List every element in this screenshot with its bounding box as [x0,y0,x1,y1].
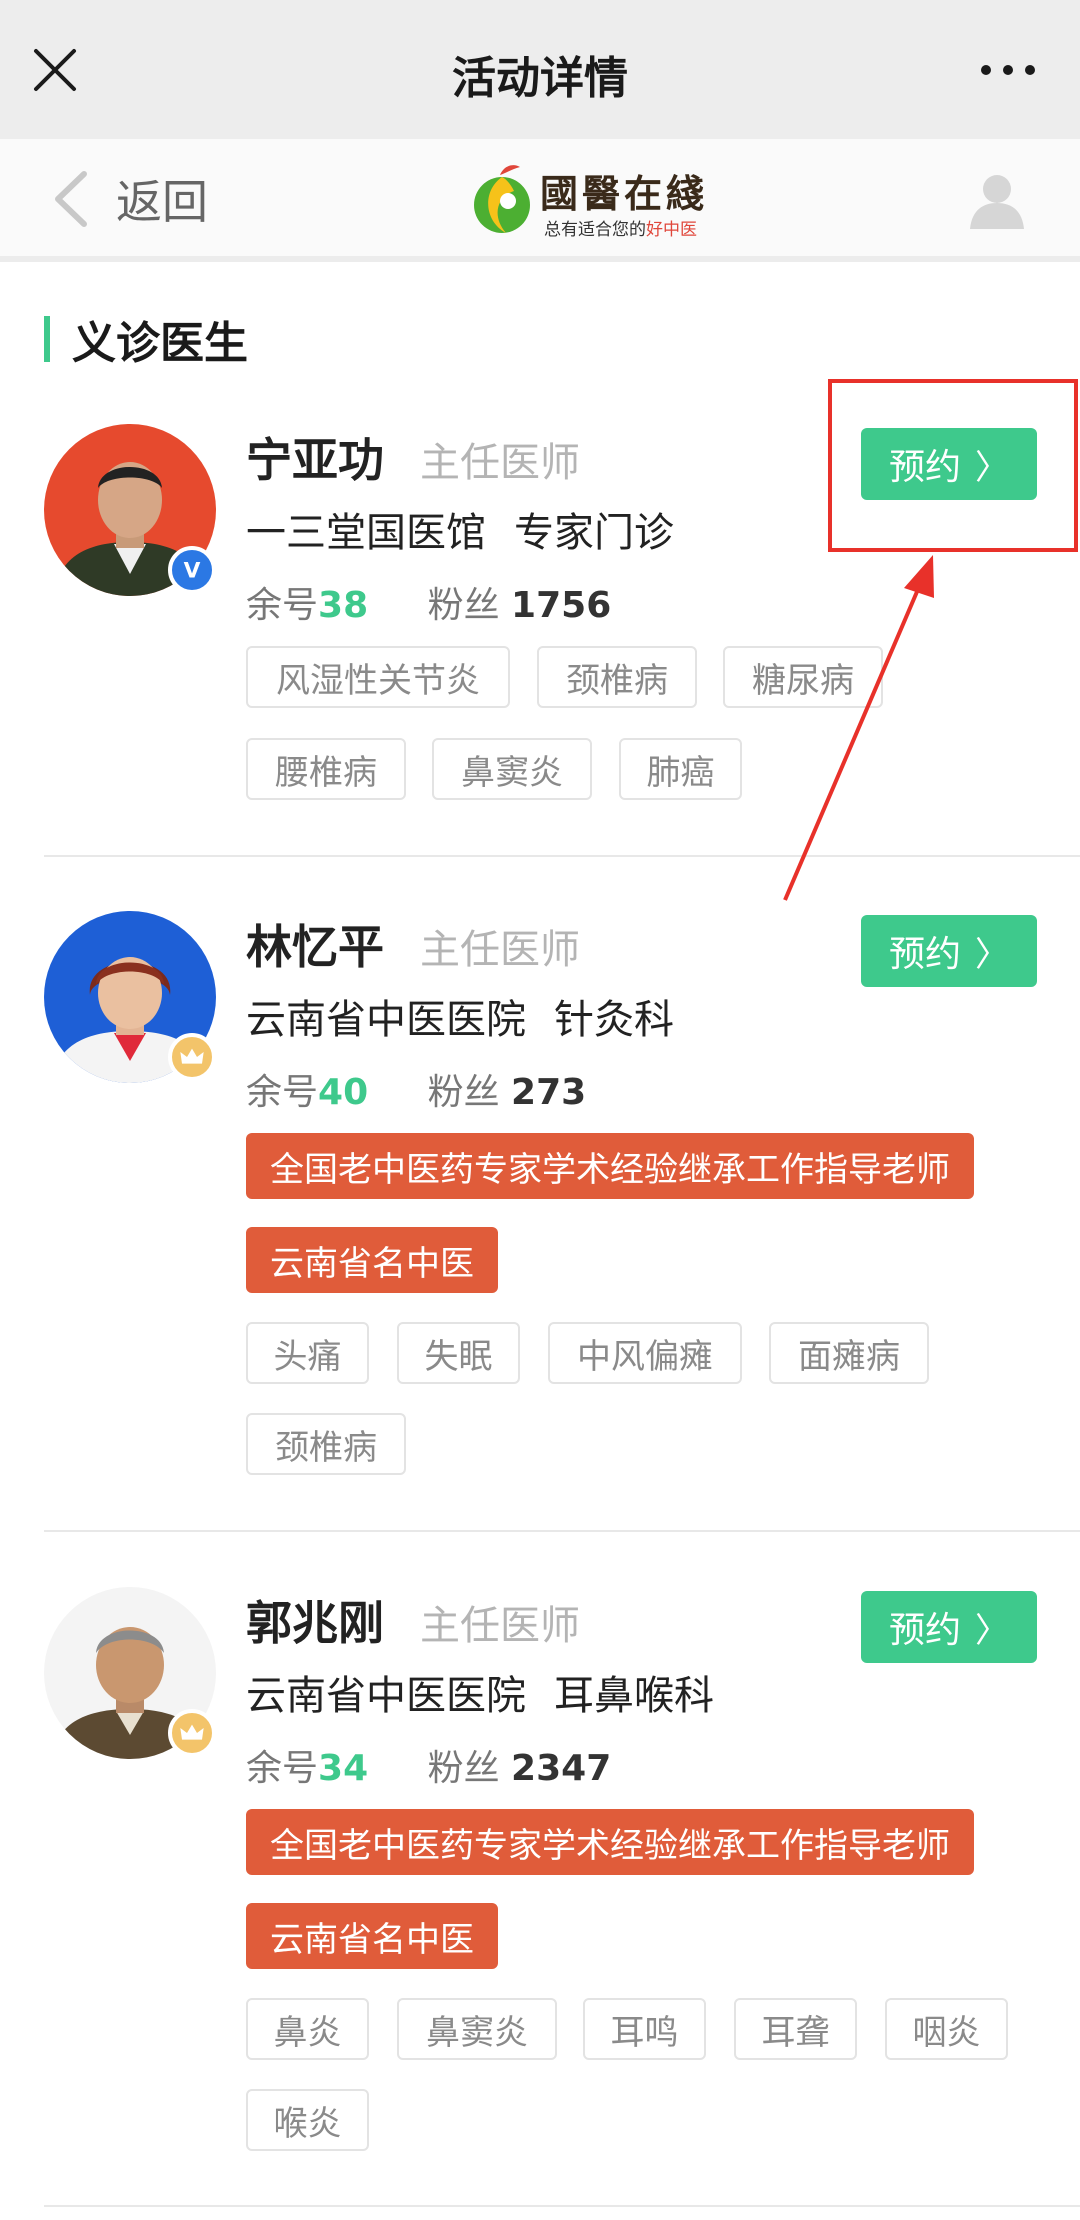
disease-tag[interactable]: 糖尿病 [723,646,883,708]
nav-bar: 返回 國醫在綫 总有适合您的好中医 [0,139,1080,262]
chevron-left-icon [55,171,87,227]
doctor-stats: 余号34 粉丝 2347 [246,1748,612,1789]
section-title: 义诊医生 [72,318,248,369]
highlight-box [828,379,1078,552]
page-title: 活动详情 [452,53,628,104]
section-accent-bar [44,316,50,362]
logo-brand: 國醫在綫 [540,171,709,216]
disease-tag[interactable]: 鼻炎 [246,1998,369,2060]
doctor-stats: 余号40 粉丝 273 [246,1072,587,1113]
fans-count: 1756 [511,585,612,626]
remaining-count: 38 [318,585,369,626]
title-bar: 活动详情 [0,0,1080,139]
disease-tag[interactable]: 失眠 [397,1322,520,1384]
site-logo: 國醫在綫 总有适合您的好中医 [470,161,710,245]
honor-badge: 云南省名中医 [246,1903,498,1969]
remaining-count: 40 [318,1072,369,1113]
book-button[interactable]: 预约〉 [861,915,1037,987]
disease-tag[interactable]: 风湿性关节炎 [246,646,510,708]
doctor-name[interactable]: 宁亚功 [246,424,384,490]
doctor-title: 主任医师 [420,1603,580,1649]
verified-icon: V [168,546,216,594]
doctor-hospital: 云南省中医医院 针灸科 [246,997,674,1043]
doctor-hospital: 一三堂国医馆 专家门诊 [246,510,674,556]
card-divider [44,1530,1080,1532]
more-icon[interactable] [978,58,1038,82]
honor-badge: 云南省名中医 [246,1227,498,1293]
doctor-stats: 余号38 粉丝 1756 [246,585,612,626]
disease-tag[interactable]: 咽炎 [885,1998,1008,2060]
disease-tag[interactable]: 腰椎病 [246,738,406,800]
doctor-name[interactable]: 郭兆刚 [246,1587,384,1653]
remaining-count: 34 [318,1748,369,1789]
section-heading: 义诊医生 [44,316,248,369]
back-button[interactable]: 返回 [50,169,208,229]
honor-badge: 全国老中医药专家学术经验继承工作指导老师 [246,1133,974,1199]
disease-tag[interactable]: 颈椎病 [537,646,697,708]
disease-tag[interactable]: 鼻窦炎 [397,1998,557,2060]
logo-slogan: 总有适合您的好中医 [544,220,697,240]
disease-tag[interactable]: 头痛 [246,1322,369,1384]
crown-icon [168,1033,216,1081]
disease-tag[interactable]: 鼻窦炎 [432,738,592,800]
back-label: 返回 [116,175,208,229]
doctor-name[interactable]: 林忆平 [246,911,384,977]
book-button[interactable]: 预约〉 [861,1591,1037,1663]
card-divider [44,855,1080,857]
fans-count: 273 [511,1072,587,1113]
disease-tag[interactable]: 中风偏瘫 [548,1322,742,1384]
doctor-title: 主任医师 [420,927,580,973]
user-icon[interactable] [966,169,1028,231]
disease-tag[interactable]: 喉炎 [246,2089,369,2151]
svg-text:V: V [184,559,201,584]
doctor-hospital: 云南省中医医院 耳鼻喉科 [246,1673,714,1719]
disease-tag[interactable]: 耳鸣 [583,1998,706,2060]
chevron-right-icon: 〉 [975,1610,1009,1651]
card-divider [44,2205,1080,2207]
disease-tag[interactable]: 面瘫病 [769,1322,929,1384]
disease-tag[interactable]: 肺癌 [619,738,742,800]
fans-count: 2347 [511,1748,612,1789]
disease-tag[interactable]: 耳聋 [734,1998,857,2060]
doctor-title: 主任医师 [420,440,580,486]
chevron-right-icon: 〉 [975,934,1009,975]
crown-icon [168,1709,216,1757]
honor-badge: 全国老中医药专家学术经验继承工作指导老师 [246,1809,974,1875]
logo-mark-icon [474,165,530,233]
disease-tag[interactable]: 颈椎病 [246,1413,406,1475]
